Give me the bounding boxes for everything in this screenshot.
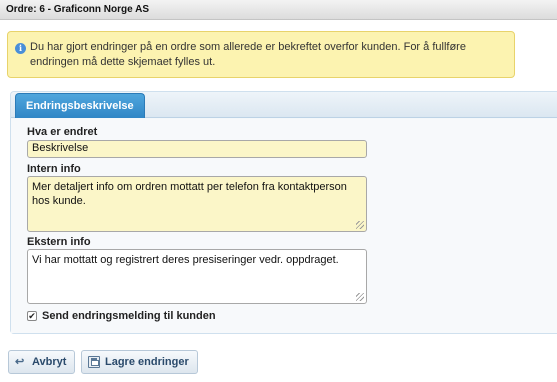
internal-info-label: Intern info bbox=[27, 163, 81, 175]
tab-endringsbeskrivelse[interactable]: Endringsbeskrivelse bbox=[15, 93, 145, 118]
internal-info-text: Mer detaljert info om ordren mottatt per… bbox=[32, 181, 347, 207]
info-message-text: Du har gjort endringer på en ordre som a… bbox=[30, 41, 466, 68]
cancel-button[interactable]: ↩ Avbryt bbox=[8, 350, 76, 374]
window-title: Ordre: 6 - Graficonn Norge AS bbox=[0, 0, 557, 20]
send-notice-row[interactable]: ✔ Send endringsmelding til kunden bbox=[27, 309, 216, 323]
save-button[interactable]: Lagre endringer bbox=[81, 350, 198, 374]
cancel-button-label: Avbryt bbox=[32, 356, 67, 368]
send-notice-label: Send endringsmelding til kunden bbox=[42, 310, 216, 322]
resize-handle-icon[interactable] bbox=[356, 293, 364, 301]
external-info-text: Vi har mottatt og registrert deres presi… bbox=[32, 254, 339, 266]
info-message-box: i Du har gjort endringer på en ordre som… bbox=[7, 31, 515, 78]
external-info-label: Ekstern info bbox=[27, 236, 91, 248]
back-arrow-icon: ↩ bbox=[15, 356, 25, 368]
panel-tab-bar: Endringsbeskrivelse bbox=[11, 92, 557, 118]
info-icon: i bbox=[15, 43, 26, 54]
save-button-label: Lagre endringer bbox=[105, 356, 189, 368]
external-info-textarea[interactable]: Vi har mottatt og registrert deres presi… bbox=[27, 249, 367, 304]
save-icon bbox=[88, 356, 100, 368]
send-notice-checkbox[interactable]: ✔ bbox=[27, 311, 37, 321]
change-description-panel: Endringsbeskrivelse Hva er endret Intern… bbox=[10, 91, 557, 334]
internal-info-textarea[interactable]: Mer detaljert info om ordren mottatt per… bbox=[27, 176, 367, 232]
panel-body: Hva er endret Intern info Mer detaljert … bbox=[11, 119, 557, 333]
resize-handle-icon[interactable] bbox=[356, 221, 364, 229]
what-changed-input[interactable] bbox=[27, 140, 367, 158]
what-changed-label: Hva er endret bbox=[27, 126, 98, 138]
